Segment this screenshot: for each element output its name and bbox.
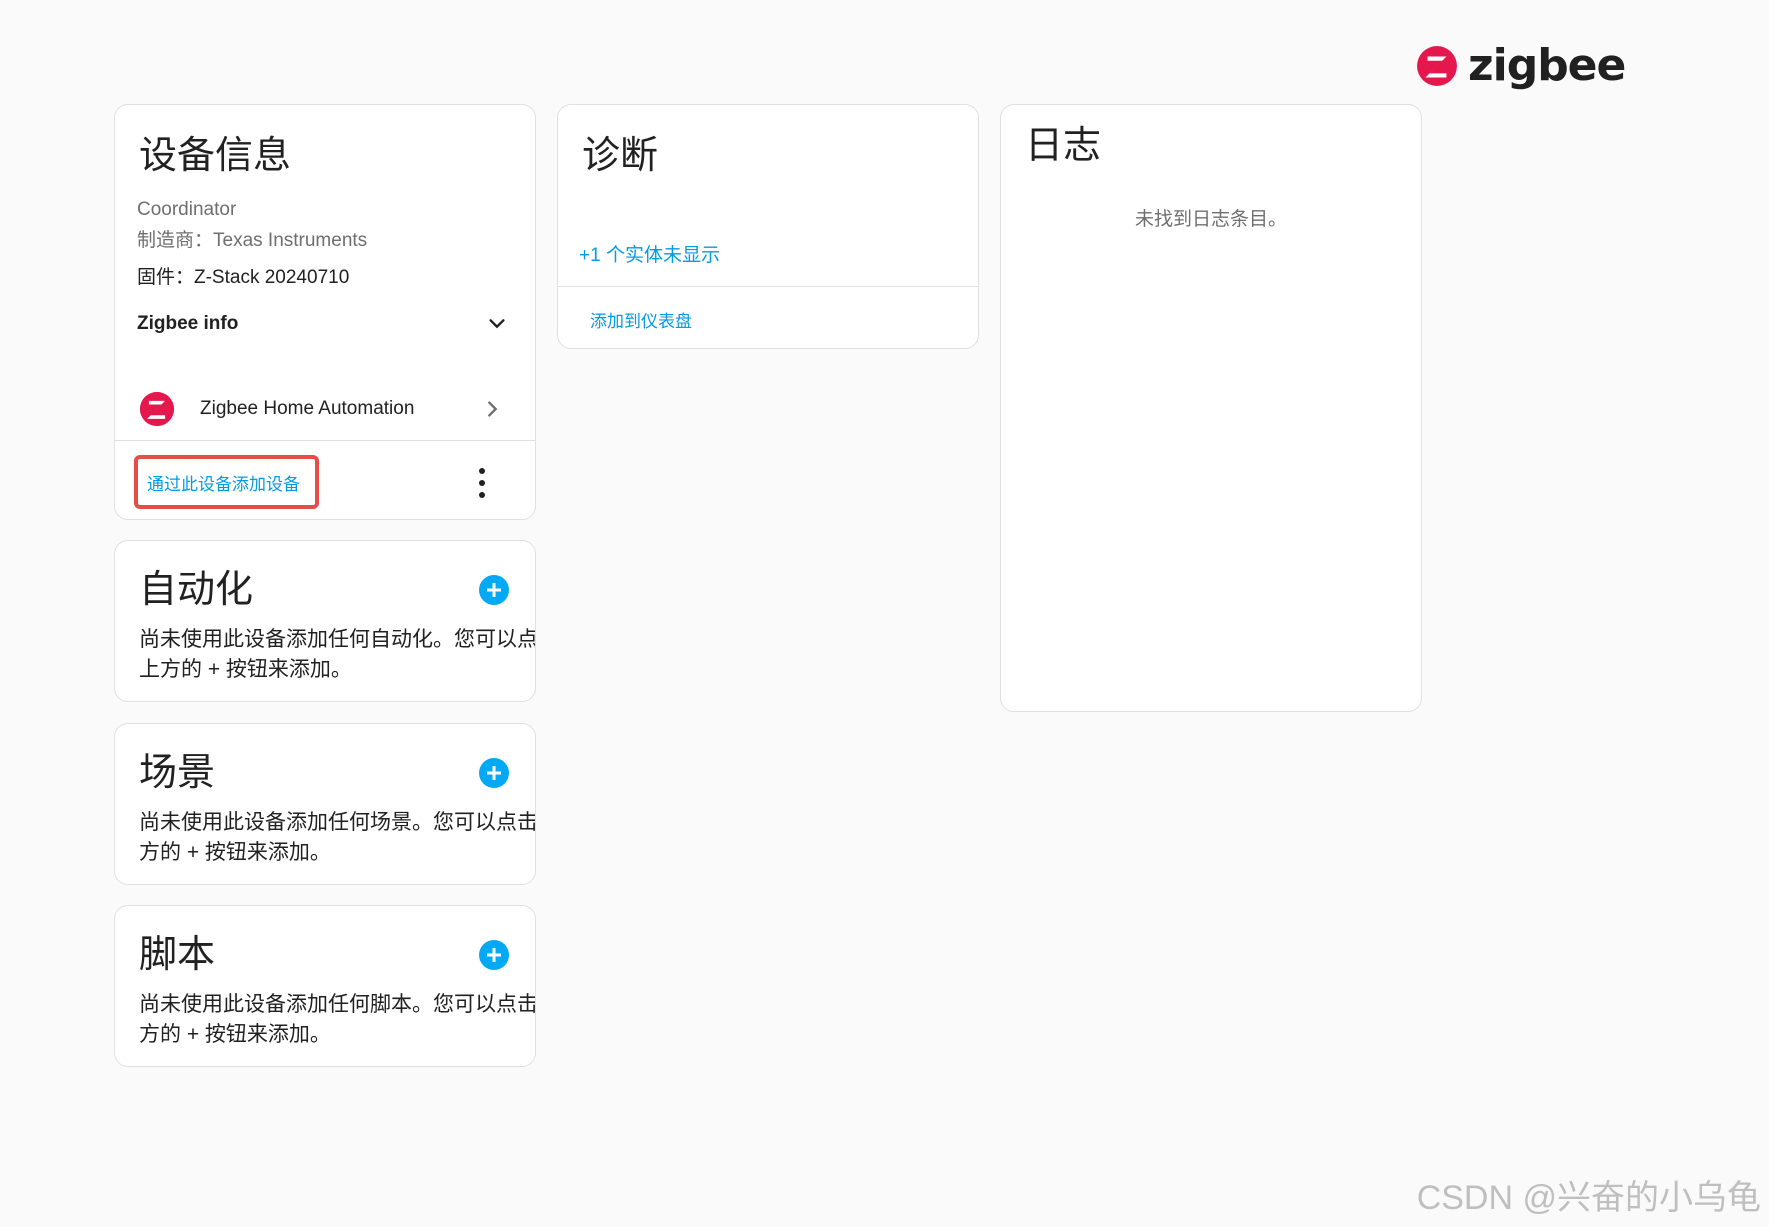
device-firmware: 固件：Z-Stack 20240710	[137, 267, 350, 288]
scenes-description: 尚未使用此设备添加任何场景。您可以点击上方的 + 按钮来添加。	[139, 811, 536, 864]
zigbee-info-expander[interactable]: Zigbee info	[115, 295, 535, 351]
chevron-right-icon	[488, 401, 498, 417]
zigbee-info-label: Zigbee info	[137, 313, 239, 334]
diagnostics-divider	[558, 286, 978, 287]
chevron-down-icon	[489, 319, 505, 329]
add-automation-button[interactable]	[479, 575, 509, 605]
add-scene-button[interactable]	[479, 758, 509, 788]
highlight-frame	[134, 455, 319, 509]
zigbee-logo-icon	[1417, 46, 1457, 86]
scripts-title: 脚本	[139, 934, 216, 976]
diagnostics-title: 诊断	[582, 135, 659, 177]
automations-description: 尚未使用此设备添加任何自动化。您可以点击上方的 + 按钮来添加。	[139, 628, 536, 681]
device-info-card: 设备信息 Coordinator 制造商：Texas Instruments 固…	[114, 104, 536, 520]
logo-text: zigbee	[1468, 40, 1626, 91]
scenes-card: 场景 尚未使用此设备添加任何场景。您可以点击上方的 + 按钮来添加。	[114, 723, 536, 885]
device-model: Coordinator	[137, 199, 237, 220]
device-manufacturer: 制造商：Texas Instruments	[137, 230, 368, 251]
automations-card: 自动化 尚未使用此设备添加任何自动化。您可以点击上方的 + 按钮来添加。	[114, 540, 536, 702]
hidden-entities-link[interactable]: +1 个实体未显示	[579, 240, 720, 267]
zigbee-integration-icon	[139, 391, 175, 427]
logbook-title: 日志	[1025, 125, 1102, 167]
integration-row[interactable]: Zigbee Home Automation	[115, 383, 535, 439]
add-script-button[interactable]	[479, 940, 509, 970]
scripts-card: 脚本 尚未使用此设备添加任何脚本。您可以点击上方的 + 按钮来添加。	[114, 905, 536, 1067]
scenes-title: 场景	[139, 752, 216, 794]
watermark: CSDN @兴奋的小乌龟	[1416, 1179, 1761, 1217]
device-info-title: 设备信息	[139, 135, 292, 177]
card-actions-divider	[115, 440, 535, 441]
more-options-icon[interactable]	[477, 468, 487, 498]
add-to-dashboard-button[interactable]: 添加到仪表盘	[590, 307, 692, 332]
scripts-description: 尚未使用此设备添加任何脚本。您可以点击上方的 + 按钮来添加。	[139, 993, 536, 1046]
integration-label: Zigbee Home Automation	[200, 398, 415, 419]
logbook-empty-text: 未找到日志条目。	[1134, 209, 1287, 230]
diagnostics-card: 诊断 +1 个实体未显示 添加到仪表盘	[557, 104, 979, 349]
logbook-card: 日志 未找到日志条目。	[1000, 104, 1422, 712]
automations-title: 自动化	[139, 569, 254, 611]
zigbee-logo: zigbee	[1416, 40, 1626, 91]
